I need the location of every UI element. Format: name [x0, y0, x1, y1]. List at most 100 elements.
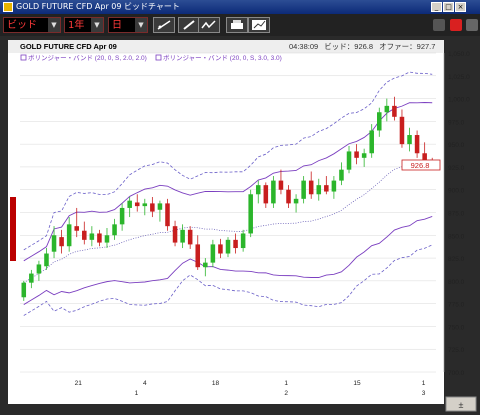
legend-bollinger-2[interactable]: ボリンジャー・バンド (20, 0, S, 2.0, 2.0): [28, 54, 147, 62]
candle-body[interactable]: [407, 135, 412, 145]
x-tick-month: 1: [135, 390, 139, 397]
y-tick-label: 875.0: [448, 211, 465, 218]
candle-body[interactable]: [278, 180, 284, 190]
chart-window: GOLD FUTURE CFD Apr 09 ビッドチャート _ □ × ビッド…: [0, 0, 480, 415]
app-icon: [3, 2, 13, 12]
candlestick-chart[interactable]: GOLD FUTURE CFD Apr 09 04:38:09 ビッド：926.…: [0, 36, 480, 415]
candle-body[interactable]: [104, 235, 110, 243]
candle-body[interactable]: [195, 244, 201, 268]
candle-body[interactable]: [369, 130, 374, 154]
minimize-icon[interactable]: _: [431, 2, 442, 12]
export-button[interactable]: [248, 17, 270, 33]
y-tick-label: 1,000.0: [448, 97, 470, 104]
candle-body[interactable]: [331, 180, 337, 192]
y-tick-label: 975.0: [448, 119, 465, 126]
y-tick-label: 850.0: [448, 233, 465, 240]
period-select[interactable]: 1年 ▼: [64, 17, 104, 33]
candle-body[interactable]: [36, 264, 42, 274]
help-icon[interactable]: [466, 19, 478, 31]
candle-body[interactable]: [233, 239, 238, 249]
bid-value: 926.8: [354, 42, 373, 51]
print-button[interactable]: [226, 17, 248, 33]
candle-body[interactable]: [119, 207, 125, 225]
candle-body[interactable]: [263, 185, 269, 204]
chevron-down-icon: ▼: [91, 18, 103, 32]
close-icon[interactable]: ×: [455, 2, 466, 12]
y-tick-label: 900.0: [448, 188, 465, 195]
instrument-name: GOLD FUTURE CFD Apr 09: [20, 42, 117, 51]
candle-body[interactable]: [399, 116, 405, 145]
y-tick-label: 950.0: [448, 142, 465, 149]
candle-body[interactable]: [271, 180, 276, 204]
candle-body[interactable]: [97, 233, 102, 243]
maximize-icon[interactable]: □: [443, 2, 454, 12]
y-tick-label: 1,025.0: [448, 74, 470, 81]
candle-body[interactable]: [172, 226, 178, 243]
candle-body[interactable]: [316, 185, 322, 195]
indicator-button[interactable]: [198, 17, 220, 33]
candle-body[interactable]: [384, 105, 390, 113]
last-price-value: 926.8: [411, 161, 430, 170]
bid-select[interactable]: ビッド ▼: [3, 17, 61, 33]
candle-body[interactable]: [157, 203, 163, 210]
candle-body[interactable]: [301, 180, 306, 199]
x-tick-day: 18: [212, 380, 220, 387]
candle-body[interactable]: [346, 151, 352, 170]
toolbar: ビッド ▼ 1年 ▼ 日 ▼: [0, 14, 480, 36]
candle-body[interactable]: [29, 273, 34, 283]
candle-body[interactable]: [142, 203, 148, 207]
candle-body[interactable]: [59, 237, 64, 247]
candle-body[interactable]: [134, 202, 140, 207]
candle-body[interactable]: [82, 230, 87, 240]
candle-body[interactable]: [74, 226, 79, 231]
candle-body[interactable]: [66, 224, 72, 247]
y-tick-label: 725.0: [448, 347, 465, 354]
candle-body[interactable]: [377, 112, 382, 131]
candle-body[interactable]: [286, 189, 291, 204]
alert-icon[interactable]: [450, 19, 462, 31]
candle-body[interactable]: [225, 239, 231, 254]
candle-body[interactable]: [308, 180, 314, 195]
candle-body[interactable]: [210, 244, 216, 263]
indicator-icon: [201, 20, 216, 29]
interval-select-value: 日: [112, 20, 122, 31]
candle-body[interactable]: [21, 282, 27, 298]
quote-time: 04:38:09: [289, 42, 318, 51]
candle-body[interactable]: [339, 169, 344, 181]
candle-body[interactable]: [180, 229, 185, 243]
candle-body[interactable]: [293, 198, 299, 204]
x-tick-day: 1: [284, 380, 288, 387]
x-tick-day: 15: [353, 380, 361, 387]
candle-body[interactable]: [187, 229, 193, 245]
candle-body[interactable]: [354, 151, 359, 158]
left-scroll-handle[interactable]: [10, 197, 16, 261]
x-tick-day: 1: [422, 380, 426, 387]
settings-icon[interactable]: [433, 19, 445, 31]
candle-body[interactable]: [361, 153, 367, 158]
candle-body[interactable]: [127, 200, 132, 208]
candle-body[interactable]: [51, 235, 57, 252]
candle-body[interactable]: [150, 203, 155, 212]
candle-body[interactable]: [392, 105, 397, 117]
zoom-icon[interactable]: ±: [459, 400, 464, 410]
candle-body[interactable]: [44, 253, 49, 267]
candle-body[interactable]: [324, 185, 329, 192]
candle-body[interactable]: [240, 233, 246, 249]
candle-body[interactable]: [248, 194, 253, 234]
candle-body[interactable]: [255, 185, 261, 195]
draw-line-button[interactable]: [153, 17, 175, 33]
candle-body[interactable]: [165, 203, 170, 227]
offer-value: 927.7: [417, 42, 436, 51]
candle-body[interactable]: [414, 135, 420, 154]
candle-body[interactable]: [218, 244, 223, 254]
y-tick-label: 800.0: [448, 279, 465, 286]
draw-tool-button[interactable]: [178, 17, 200, 33]
candle-body[interactable]: [203, 262, 208, 268]
candle-body[interactable]: [112, 224, 117, 236]
period-select-value: 1年: [68, 20, 85, 31]
y-tick-label: 825.0: [448, 256, 465, 263]
x-tick-month: 3: [422, 390, 426, 397]
interval-select[interactable]: 日 ▼: [108, 17, 148, 33]
candle-body[interactable]: [89, 233, 95, 240]
legend-bollinger-3[interactable]: ボリンジャー・バンド (20, 0, S, 3.0, 3.0): [163, 54, 282, 62]
